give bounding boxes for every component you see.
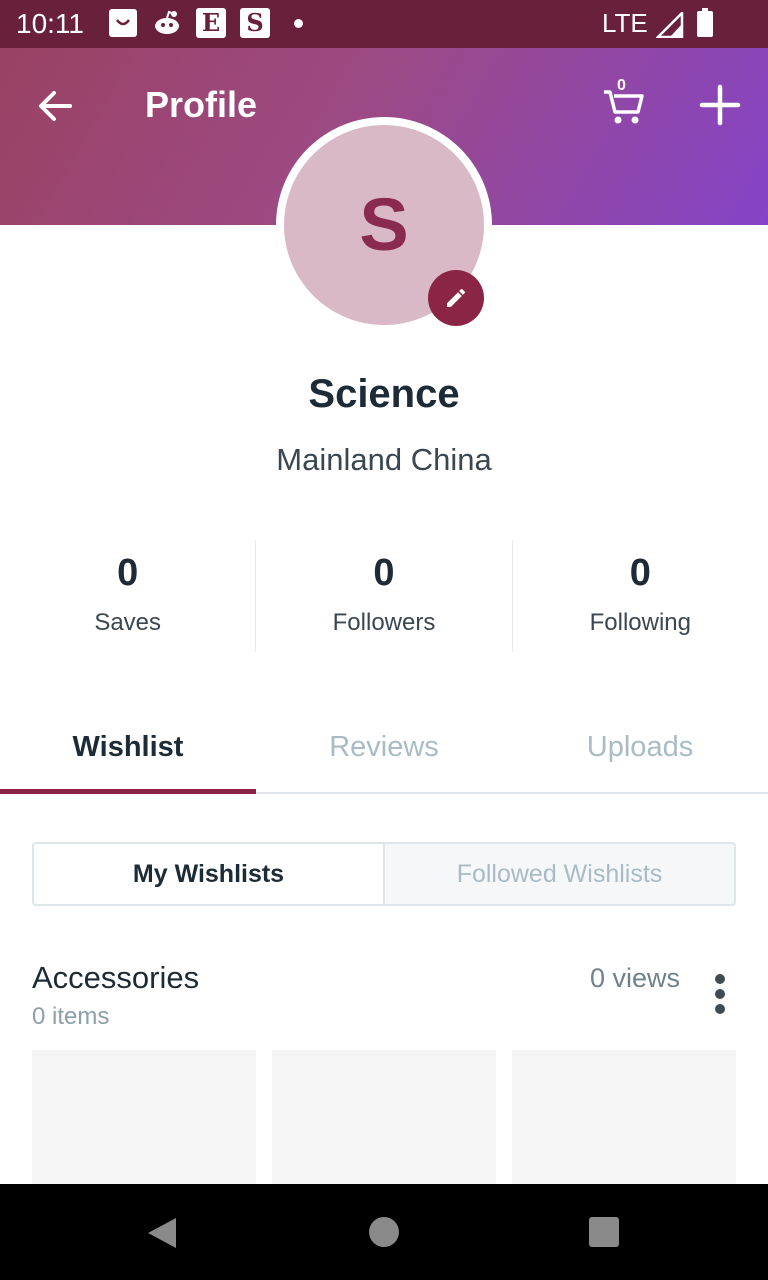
stat-saves[interactable]: 0 Saves <box>0 540 255 652</box>
notification-dot-icon <box>294 19 303 28</box>
wishlist-views: 0 views <box>590 963 681 993</box>
tab-wishlist[interactable]: Wishlist <box>0 700 256 794</box>
tab-label: Uploads <box>586 731 694 763</box>
tab-uploads[interactable]: Uploads <box>512 700 768 792</box>
stat-value: 0 <box>117 552 139 594</box>
profile-location: Mainland China <box>276 442 492 477</box>
plus-icon <box>699 84 741 126</box>
segment-my-wishlists[interactable]: My Wishlists <box>34 844 385 904</box>
status-bar: 10:11 E S LTE <box>0 0 768 48</box>
tab-label: Reviews <box>329 731 439 763</box>
signal-icon <box>654 9 684 43</box>
nav-back-icon[interactable] <box>146 1216 178 1250</box>
status-time: 10:11 <box>16 8 84 39</box>
wishlist-thumbnail[interactable] <box>512 1050 736 1184</box>
reddit-icon <box>152 8 182 38</box>
stat-label: Saves <box>94 609 162 636</box>
nav-recents-icon[interactable] <box>589 1217 619 1247</box>
etsy-icon: E <box>196 8 226 38</box>
wishlist-title[interactable]: Accessories <box>32 960 199 996</box>
segment-followed-wishlists[interactable]: Followed Wishlists <box>385 844 734 904</box>
tab-reviews[interactable]: Reviews <box>256 700 512 792</box>
wishlist-thumbnail[interactable] <box>32 1050 256 1184</box>
s-app-icon: S <box>240 8 270 38</box>
cart-button[interactable]: 0 <box>600 77 648 128</box>
stat-value: 0 <box>373 552 395 594</box>
battery-icon <box>697 8 713 37</box>
more-vert-icon <box>715 989 725 999</box>
profile-name: Science <box>308 372 460 416</box>
stat-followers[interactable]: 0 Followers <box>255 540 511 652</box>
cart-count-badge: 0 <box>617 77 626 94</box>
nav-home-icon[interactable] <box>369 1217 399 1247</box>
profile-tabs: Wishlist Reviews Uploads <box>0 700 768 794</box>
active-tab-indicator <box>0 789 256 794</box>
shopping-bag-icon <box>108 8 138 38</box>
more-vert-icon <box>715 1004 725 1014</box>
stats-row: 0 Saves 0 Followers 0 Following <box>0 540 768 652</box>
stat-following[interactable]: 0 Following <box>511 540 768 652</box>
stat-label: Following <box>589 609 692 636</box>
edit-avatar-button[interactable] <box>428 270 484 326</box>
stat-label: Followers <box>332 609 436 636</box>
more-vert-icon <box>715 974 725 984</box>
page-title: Profile <box>145 84 258 125</box>
wishlist-item-count: 0 items <box>32 1003 110 1030</box>
wishlist-segment-control: My Wishlists Followed Wishlists <box>32 842 736 906</box>
add-button[interactable] <box>697 82 743 128</box>
network-type: LTE <box>602 8 648 38</box>
back-button[interactable] <box>32 82 80 130</box>
system-nav-bar <box>0 1184 768 1280</box>
more-options-button[interactable] <box>704 970 736 1018</box>
tab-label: Wishlist <box>72 731 184 763</box>
arrow-left-icon <box>39 91 72 121</box>
wishlist-thumbnail[interactable] <box>272 1050 496 1184</box>
stat-value: 0 <box>629 552 651 594</box>
pencil-icon <box>447 288 466 307</box>
